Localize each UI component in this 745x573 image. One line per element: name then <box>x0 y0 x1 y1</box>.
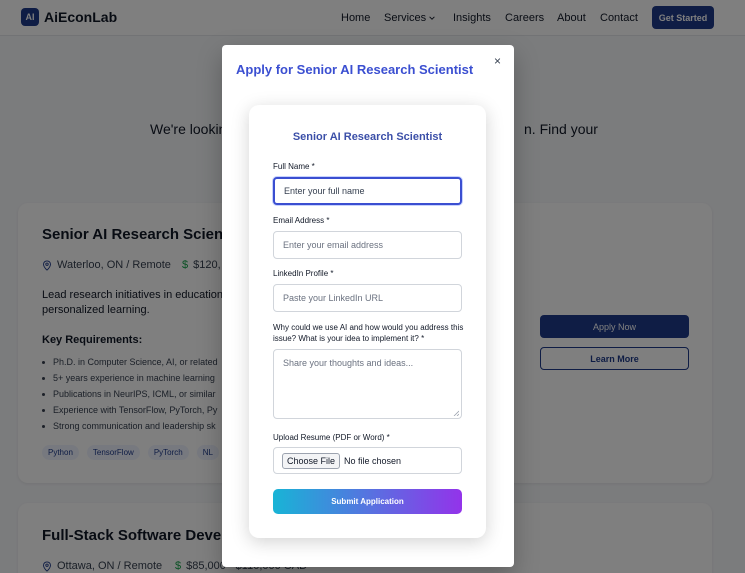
resume-file-input[interactable]: Choose File No file chosen <box>273 447 462 474</box>
resize-handle-icon[interactable] <box>453 410 459 416</box>
modal-title: Apply for Senior AI Research Scientist <box>236 62 474 77</box>
application-modal: Apply for Senior AI Research Scientist ×… <box>222 45 514 567</box>
linkedin-label: LinkedIn Profile * <box>273 269 334 278</box>
email-placeholder: Enter your email address <box>283 240 384 250</box>
question-label: Why could we use AI and how would you ad… <box>273 323 464 343</box>
application-form: Senior AI Research Scientist Full Name *… <box>249 105 486 538</box>
email-label: Email Address * <box>273 216 330 225</box>
file-status: No file chosen <box>344 455 402 466</box>
resume-label: Upload Resume (PDF or Word) * <box>273 433 390 442</box>
form-title: Senior AI Research Scientist <box>292 131 443 143</box>
submit-application-button[interactable]: Submit Application <box>273 489 462 514</box>
choose-file-button[interactable]: Choose File <box>282 452 341 469</box>
full-name-label: Full Name * <box>273 162 315 171</box>
idea-textarea[interactable]: Share your thoughts and ideas... <box>273 349 462 419</box>
linkedin-placeholder: Paste your LinkedIn URL <box>283 293 384 303</box>
linkedin-input[interactable]: Paste your LinkedIn URL <box>273 284 462 312</box>
full-name-input[interactable]: Enter your full name <box>273 177 462 205</box>
email-input[interactable]: Enter your email address <box>273 231 462 259</box>
idea-placeholder: Share your thoughts and ideas... <box>283 358 414 368</box>
full-name-placeholder: Enter your full name <box>284 186 365 196</box>
close-icon[interactable]: × <box>494 54 501 68</box>
